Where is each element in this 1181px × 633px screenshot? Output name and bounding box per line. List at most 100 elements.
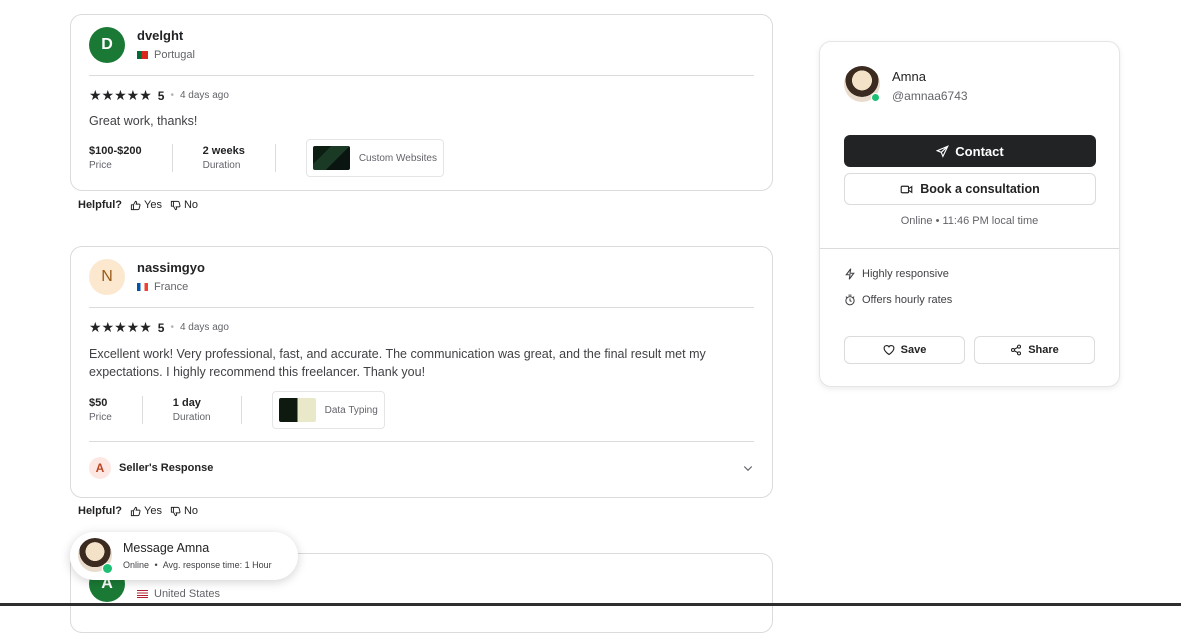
- review-card: D dvelght Portugal ★★★★★ 5 • 4 days ago …: [70, 14, 773, 191]
- rating-row: ★★★★★ 5 • 4 days ago: [89, 319, 229, 336]
- video-icon: [900, 185, 913, 193]
- divider: [89, 75, 754, 76]
- star-rating-icon: ★★★★★: [89, 87, 152, 103]
- reviewer-country: United States: [137, 588, 220, 600]
- portugal-flag-icon: [137, 51, 148, 59]
- lightning-icon: [845, 268, 855, 280]
- share-button[interactable]: Share: [974, 336, 1095, 364]
- contact-label: Contact: [955, 143, 1004, 159]
- save-button[interactable]: Save: [844, 336, 965, 364]
- no-label: No: [183, 199, 199, 211]
- chevron-down-icon: [743, 466, 753, 472]
- helpful-no-button[interactable]: No: [170, 505, 198, 517]
- reviewer-country: Portugal: [137, 49, 195, 61]
- share-label: Share: [1028, 344, 1059, 356]
- review-text: Excellent work! Very professional, fast,…: [89, 347, 706, 379]
- duration-block: 2 weeks Duration: [203, 145, 245, 171]
- save-label: Save: [900, 344, 927, 356]
- usa-flag-icon: [137, 590, 148, 598]
- rating-value: 5: [157, 320, 165, 335]
- message-status: Online • Avg. response time: 1 Hour: [123, 560, 272, 570]
- separator-dot: •: [154, 560, 158, 570]
- france-flag-icon: [137, 283, 148, 291]
- country-name: Portugal: [154, 49, 195, 61]
- star-rating-icon: ★★★★★: [89, 319, 152, 335]
- send-icon: [936, 144, 950, 158]
- country-name: France: [154, 281, 189, 293]
- gig-thumbnail: [312, 146, 350, 170]
- price-label: Price: [89, 412, 112, 423]
- feature-label: Highly responsive: [862, 268, 949, 280]
- seller-response-toggle[interactable]: A Seller's Response: [89, 457, 754, 479]
- gig-thumbnail: [278, 398, 316, 422]
- divider: [141, 396, 143, 424]
- gig-title: Custom Websites: [358, 152, 437, 164]
- helpful-label: Helpful?: [78, 505, 122, 517]
- message-title: Message Amna: [123, 541, 210, 555]
- review-meta: $50 Price 1 day Duration Data Typing: [89, 391, 385, 429]
- duration-block: 1 day Duration: [173, 397, 211, 423]
- local-time-status: Online • 11:46 PM local time: [900, 215, 1039, 227]
- helpful-row: Helpful? Yes No: [78, 505, 198, 517]
- price-value: $50: [89, 397, 108, 409]
- separator-dot: •: [170, 322, 174, 333]
- price-label: Price: [89, 160, 112, 171]
- country-name: United States: [154, 588, 221, 600]
- gig-link[interactable]: Data Typing: [271, 391, 385, 429]
- duration-label: Duration: [202, 160, 241, 171]
- contact-button[interactable]: Contact: [844, 135, 1096, 167]
- divider: [89, 307, 754, 308]
- thumbs-down-icon: [170, 200, 181, 210]
- seller-name[interactable]: Amna: [892, 69, 926, 84]
- reviewer-avatar: D: [89, 27, 125, 63]
- seller-avatar: A: [89, 457, 111, 479]
- divider: [171, 144, 173, 172]
- duration-value: 2 weeks: [202, 145, 245, 157]
- helpful-no-button[interactable]: No: [170, 199, 198, 211]
- price-value: $100-$200: [89, 145, 142, 157]
- share-icon: [1011, 344, 1022, 356]
- feature-label: Offers hourly rates: [862, 294, 953, 306]
- thumbs-up-icon: [130, 200, 141, 210]
- price-block: $50 Price: [89, 397, 112, 423]
- duration-value: 1 day: [172, 397, 201, 409]
- gig-link[interactable]: Custom Websites: [305, 139, 444, 177]
- gig-title: Data Typing: [324, 404, 378, 416]
- review-time: 4 days ago: [179, 322, 229, 333]
- online-status-icon: [102, 563, 113, 574]
- message-seller-bubble[interactable]: Message Amna Online • Avg. response time…: [70, 532, 298, 580]
- divider: [89, 441, 754, 442]
- helpful-yes-button[interactable]: Yes: [130, 199, 162, 211]
- duration-label: Duration: [172, 412, 211, 423]
- seller-response-label: Seller's Response: [119, 462, 214, 474]
- rating-row: ★★★★★ 5 • 4 days ago: [89, 87, 229, 104]
- divider: [274, 144, 276, 172]
- price-block: $100-$200 Price: [89, 145, 142, 171]
- heart-icon: [883, 344, 895, 356]
- online-label: Online: [123, 560, 150, 570]
- no-label: No: [183, 505, 199, 517]
- divider: [820, 248, 1119, 249]
- yes-label: Yes: [144, 505, 162, 517]
- review-card: N nassimgyo France ★★★★★ 5 • 4 days ago …: [70, 246, 773, 498]
- review-text: Great work, thanks!: [89, 114, 198, 128]
- helpful-row: Helpful? Yes No: [78, 199, 198, 211]
- reviewer-country: France: [137, 281, 188, 293]
- yes-label: Yes: [144, 199, 162, 211]
- book-consultation-button[interactable]: Book a consultation: [844, 173, 1096, 205]
- separator-dot: •: [170, 90, 174, 101]
- consultation-label: Book a consultation: [920, 182, 1040, 196]
- helpful-yes-button[interactable]: Yes: [130, 505, 162, 517]
- helpful-label: Helpful?: [78, 199, 122, 211]
- online-status-icon: [871, 93, 880, 102]
- reviewer-name: nassimgyo: [137, 260, 205, 275]
- reviewer-name: dvelght: [137, 28, 184, 43]
- rating-value: 5: [157, 88, 165, 103]
- feature-hourly-rates: Offers hourly rates: [844, 294, 952, 306]
- divider: [240, 396, 242, 424]
- seller-card: Amna @amnaa6743 Contact Book a consultat…: [819, 41, 1120, 387]
- seller-handle: @amnaa6743: [892, 89, 968, 103]
- thumbs-up-icon: [130, 506, 141, 516]
- thumbs-down-icon: [170, 506, 181, 516]
- review-time: 4 days ago: [179, 90, 229, 101]
